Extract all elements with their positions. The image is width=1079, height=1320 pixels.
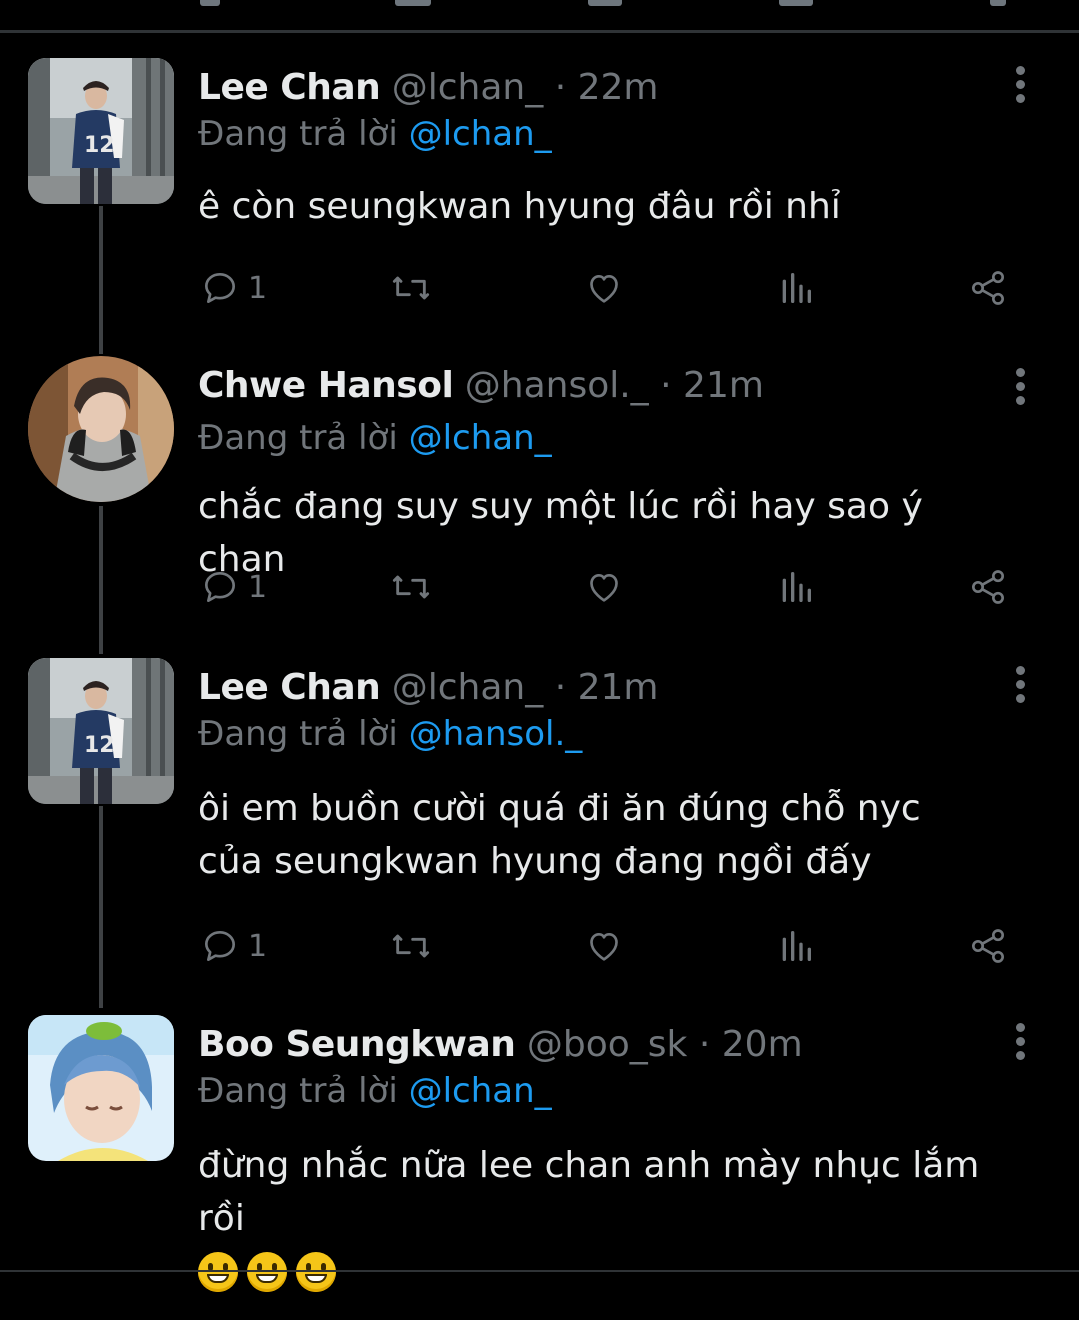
share-icon: [967, 926, 1009, 966]
lee-chan-avatar[interactable]: 12: [28, 58, 174, 204]
more-options-icon[interactable]: [1010, 1023, 1032, 1063]
views-icon: [778, 926, 814, 966]
tweet-actions: 1: [0, 921, 1079, 971]
views-button[interactable]: [778, 562, 814, 612]
reply-button[interactable]: 1: [200, 562, 267, 612]
retweet-button[interactable]: [388, 562, 434, 612]
like-icon: [583, 926, 625, 966]
views-icon: [778, 268, 814, 308]
tweet-text: ôi em buồn cười quá đi ăn đúng chỗ nyc c…: [198, 788, 921, 882]
reply-button[interactable]: 1: [200, 921, 267, 971]
svg-text:12: 12: [84, 133, 115, 158]
reply-icon: [200, 268, 240, 308]
views-button[interactable]: [778, 263, 814, 313]
tweet-text: ê còn seungkwan hyung đâu rồi nhỉ: [198, 186, 841, 227]
author-handle[interactable]: @hansol._: [465, 365, 649, 406]
like-icon: [583, 567, 625, 607]
share-button[interactable]: [967, 263, 1009, 313]
separator: ·: [554, 67, 567, 108]
previous-tweet-actions-remnant: [0, 0, 1079, 8]
separator: ·: [698, 1024, 711, 1065]
tweet-actions: 1: [0, 263, 1079, 313]
author-name[interactable]: Chwe Hansol: [198, 365, 454, 406]
tweet-header: Lee Chan @lchan_ · 21m: [198, 666, 658, 710]
reply-mention-link[interactable]: @lchan_: [409, 418, 552, 458]
more-options-icon[interactable]: [1010, 66, 1032, 106]
like-button[interactable]: [583, 921, 625, 971]
tweet-header: Chwe Hansol @hansol._ · 21m: [198, 364, 764, 408]
author-handle[interactable]: @lchan_: [392, 667, 544, 708]
author-name[interactable]: Lee Chan: [198, 67, 381, 108]
divider: [0, 30, 1079, 33]
retweet-icon: [388, 926, 434, 966]
author-handle[interactable]: @boo_sk: [527, 1024, 688, 1065]
tweet-time[interactable]: 20m: [722, 1024, 803, 1065]
chwe-hansol-avatar[interactable]: [28, 356, 174, 502]
views-icon: [778, 567, 814, 607]
retweet-icon: [388, 268, 434, 308]
tweet-time[interactable]: 21m: [683, 365, 764, 406]
thread-connector-line: [99, 806, 103, 1008]
share-icon: [967, 567, 1009, 607]
author-handle[interactable]: @lchan_: [392, 67, 544, 108]
reply-count: 1: [248, 569, 268, 605]
separator: ·: [660, 365, 672, 406]
reply-button[interactable]: 1: [200, 263, 267, 313]
replying-to-label: Đang trả lời: [198, 714, 398, 754]
tweet-time[interactable]: 21m: [578, 667, 659, 708]
reply-count: 1: [248, 928, 268, 964]
boo-seungkwan-avatar[interactable]: [28, 1015, 174, 1161]
author-name[interactable]: Lee Chan: [198, 667, 381, 708]
share-button[interactable]: [967, 562, 1009, 612]
replying-to-label: Đang trả lời: [198, 114, 398, 154]
tweet-header: Lee Chan @lchan_ · 22m: [198, 66, 658, 110]
share-button[interactable]: [967, 921, 1009, 971]
reply-icon: [200, 567, 240, 607]
tweet-header: Boo Seungkwan @boo_sk · 20m: [198, 1023, 803, 1067]
replying-to: Đang trả lời @hansol._: [198, 712, 582, 756]
replying-to: Đang trả lời @lchan_: [198, 112, 552, 156]
replying-to: Đang trả lời @lchan_: [198, 416, 552, 460]
reply-mention-link[interactable]: @lchan_: [409, 114, 552, 154]
like-button[interactable]: [583, 562, 625, 612]
divider: [0, 1270, 1079, 1272]
views-button[interactable]: [778, 921, 814, 971]
like-button[interactable]: [583, 263, 625, 313]
svg-text:12: 12: [84, 733, 115, 758]
like-icon: [583, 268, 625, 308]
reply-icon: [200, 926, 240, 966]
replying-to: Đang trả lời @lchan_: [198, 1069, 552, 1113]
tweet-text: đừng nhắc nữa lee chan anh mày nhục lắm …: [198, 1139, 1018, 1298]
retweet-button[interactable]: [388, 921, 434, 971]
lee-chan-avatar[interactable]: 12: [28, 658, 174, 804]
tweet-time[interactable]: 22m: [578, 67, 659, 108]
share-icon: [967, 268, 1009, 308]
retweet-button[interactable]: [388, 263, 434, 313]
more-options-icon[interactable]: [1010, 666, 1032, 706]
retweet-icon: [388, 567, 434, 607]
tweet-text-content: đừng nhắc nữa lee chan anh mày nhục lắm …: [198, 1145, 980, 1239]
reply-mention-link[interactable]: @hansol._: [409, 714, 583, 754]
author-name[interactable]: Boo Seungkwan: [198, 1024, 516, 1065]
replying-to-label: Đang trả lời: [198, 1071, 398, 1111]
reply-mention-link[interactable]: @lchan_: [409, 1071, 552, 1111]
more-options-icon[interactable]: [1010, 368, 1032, 408]
replying-to-label: Đang trả lời: [198, 418, 398, 458]
separator: ·: [554, 667, 567, 708]
tweet-actions: 1: [0, 562, 1079, 612]
reply-count: 1: [248, 270, 268, 306]
